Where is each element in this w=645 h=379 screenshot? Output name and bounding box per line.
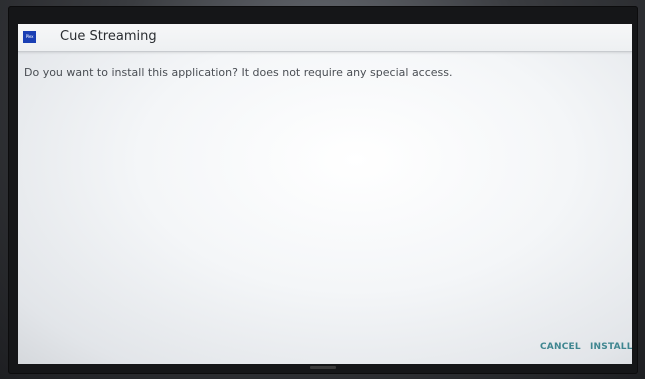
install-message: Do you want to install this application?… xyxy=(24,66,453,79)
title-bar: Plex Cue Streaming xyxy=(18,24,632,52)
app-icon: Plex xyxy=(23,31,36,43)
cancel-button[interactable]: CANCEL xyxy=(540,342,581,352)
tv-logo xyxy=(310,366,336,369)
install-button[interactable]: INSTALL xyxy=(590,342,632,352)
app-title: Cue Streaming xyxy=(60,29,157,44)
install-dialog-screen: Plex Cue Streaming Do you want to instal… xyxy=(18,24,632,364)
